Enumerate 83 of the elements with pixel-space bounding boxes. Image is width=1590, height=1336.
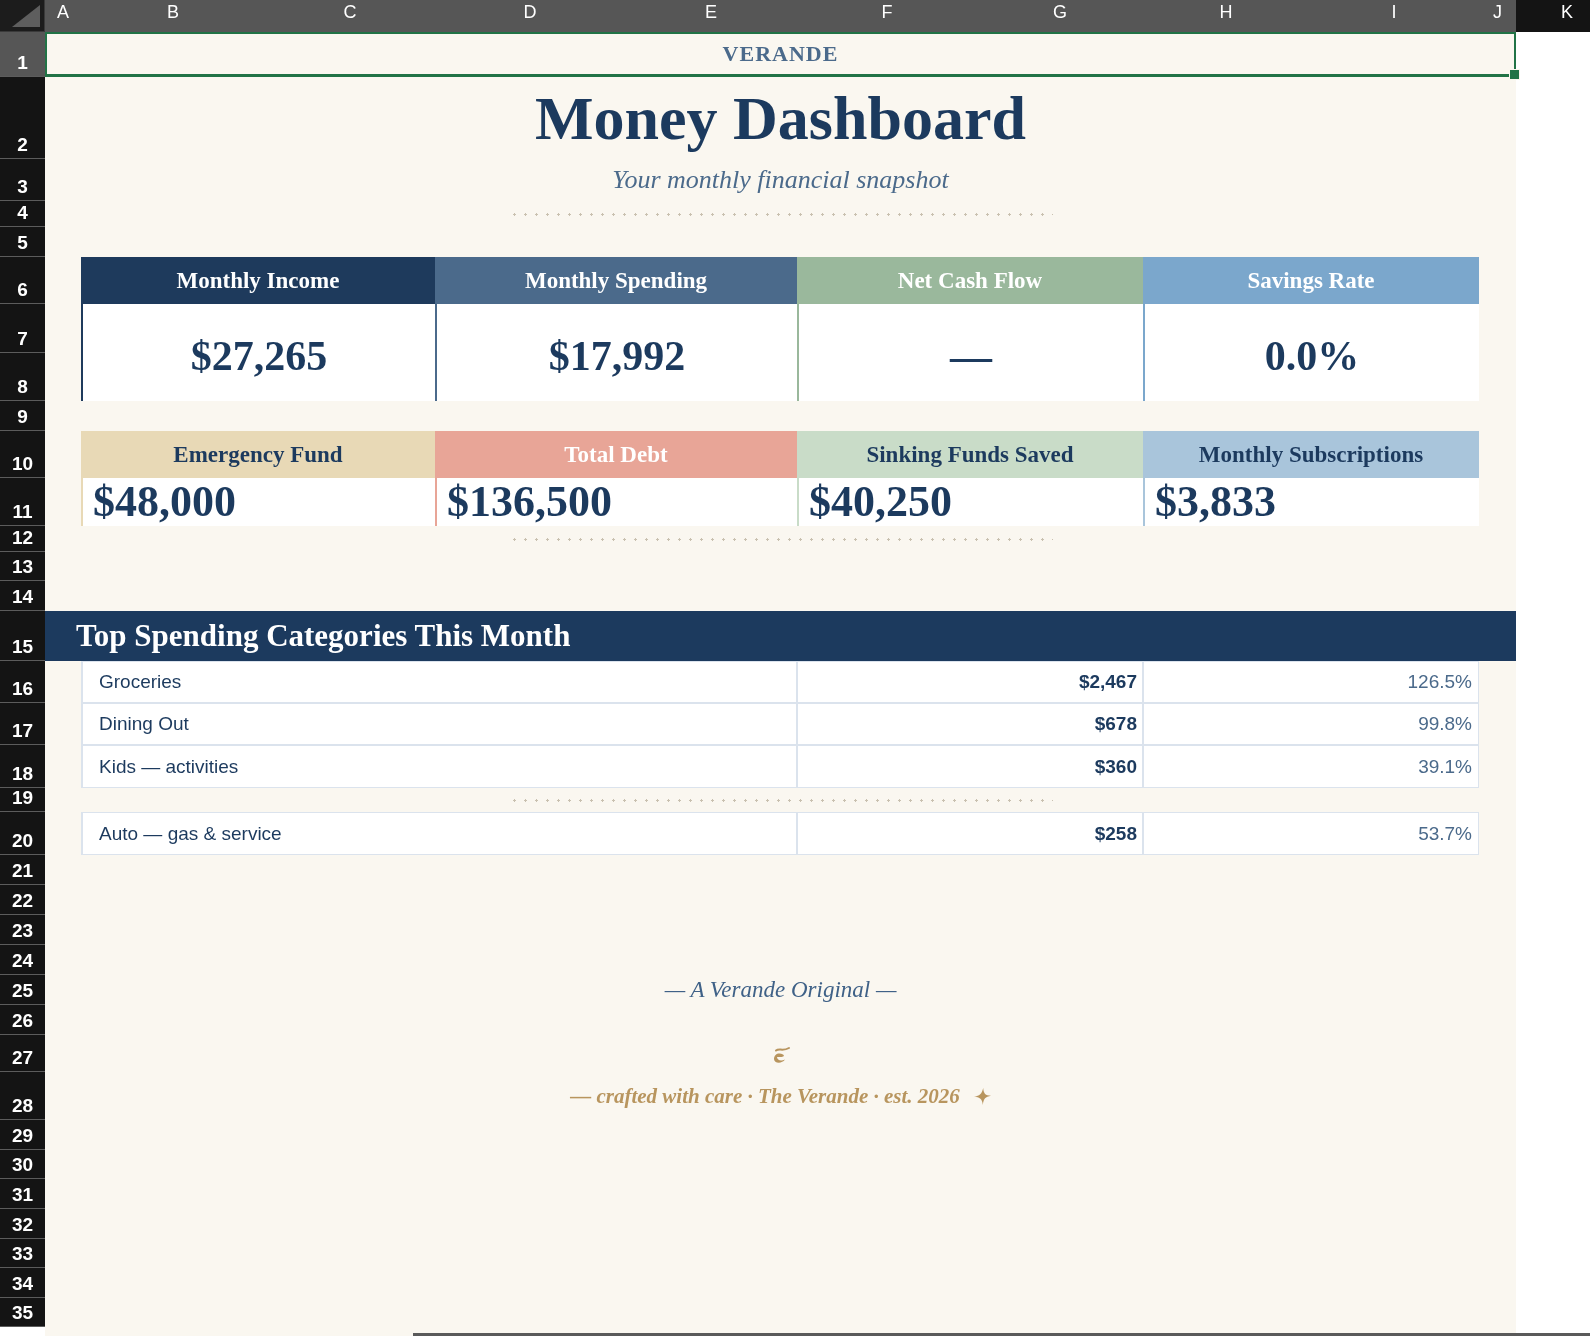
kpi-value: $27,265 (81, 304, 435, 401)
column-header[interactable]: B (81, 0, 265, 32)
row-header[interactable]: 27 (0, 1035, 45, 1072)
kpi-value: $136,500 (435, 478, 797, 526)
row-header[interactable]: 2 (0, 77, 45, 159)
row-header[interactable]: 7 (0, 304, 45, 353)
kpi-value: $40,250 (797, 478, 1143, 526)
row-header[interactable]: 26 (0, 1005, 45, 1035)
column-header[interactable]: D (435, 0, 625, 32)
column-header[interactable]: J (1479, 0, 1516, 32)
row-header[interactable]: 34 (0, 1268, 45, 1298)
fill-handle[interactable] (1509, 69, 1520, 80)
row-header[interactable]: 6 (0, 257, 45, 304)
row-header[interactable]: 35 (0, 1298, 45, 1327)
row-header[interactable]: 32 (0, 1209, 45, 1239)
row-header[interactable]: 21 (0, 855, 45, 885)
column-header[interactable]: C (265, 0, 435, 32)
row-header[interactable]: 3 (0, 159, 45, 201)
percent-cell: 39.1% (1143, 745, 1479, 788)
row-header[interactable]: 5 (0, 227, 45, 257)
triangle-icon (12, 5, 40, 27)
category-cell: Auto — gas & service (81, 812, 797, 855)
kpi-value: $3,833 (1143, 478, 1479, 526)
column-header[interactable]: E (625, 0, 797, 32)
column-header[interactable]: F (797, 0, 977, 32)
section-header: Top Spending Categories This Month (45, 611, 1516, 661)
percent-cell: 99.8% (1143, 703, 1479, 745)
kpi-value: — (797, 304, 1143, 401)
amount-cell: $258 (797, 812, 1143, 855)
row-header[interactable]: 10 (0, 431, 45, 478)
column-header[interactable]: H (1143, 0, 1309, 32)
kpi-header: Net Cash Flow (797, 257, 1143, 304)
brand-name: VERANDE (722, 41, 839, 67)
amount-cell: $360 (797, 745, 1143, 788)
row-header[interactable]: 4 (0, 201, 45, 227)
column-header[interactable]: A (45, 0, 81, 32)
row-header[interactable]: 20 (0, 812, 45, 855)
row-header[interactable]: 31 (0, 1179, 45, 1209)
column-header[interactable]: G (977, 0, 1143, 32)
amount-cell: $678 (797, 703, 1143, 745)
kpi-header: Monthly Subscriptions (1143, 431, 1479, 478)
column-header[interactable]: K (1516, 0, 1590, 32)
percent-cell: 126.5% (1143, 661, 1479, 703)
row-header[interactable]: 18 (0, 745, 45, 788)
kpi-header: Savings Rate (1143, 257, 1479, 304)
row-header[interactable]: 1 (0, 32, 45, 77)
category-cell: Groceries (81, 661, 797, 703)
category-cell: Dining Out (81, 703, 797, 745)
row-header[interactable]: 11 (0, 478, 45, 526)
amount-cell: $2,467 (797, 661, 1143, 703)
row-header[interactable]: 19 (0, 788, 45, 812)
row-header[interactable]: 14 (0, 581, 45, 611)
row-header[interactable]: 16 (0, 661, 45, 703)
row-header[interactable]: 17 (0, 703, 45, 745)
credit-text: — crafted with care · The Verande · est. 2026 (570, 1083, 960, 1109)
row-header[interactable]: 12 (0, 526, 45, 552)
row-header[interactable]: 24 (0, 945, 45, 975)
row-header[interactable]: 28 (0, 1072, 45, 1120)
category-cell: Kids — activities (81, 745, 797, 788)
dashboard-subtitle: Your monthly financial snapshot (612, 165, 949, 195)
row-header[interactable]: 33 (0, 1239, 45, 1268)
kpi-header: Sinking Funds Saved (797, 431, 1143, 478)
row-header[interactable]: 8 (0, 353, 45, 401)
kpi-value: $48,000 (81, 478, 435, 526)
row-header[interactable]: 23 (0, 915, 45, 945)
row-header[interactable]: 15 (0, 611, 45, 661)
select-all-button[interactable] (0, 0, 45, 32)
kpi-value: $17,992 (435, 304, 797, 401)
kpi-header: Total Debt (435, 431, 797, 478)
kpi-value: 0.0% (1143, 304, 1479, 401)
column-header[interactable]: I (1309, 0, 1479, 32)
row-header[interactable]: 9 (0, 401, 45, 431)
row-header[interactable]: 30 (0, 1150, 45, 1179)
row-header[interactable]: 29 (0, 1120, 45, 1150)
sparkle-icon (973, 1087, 991, 1105)
kpi-header: Monthly Income (81, 257, 435, 304)
row-header[interactable]: 13 (0, 552, 45, 581)
row-header[interactable]: 25 (0, 975, 45, 1005)
kpi-header: Emergency Fund (81, 431, 435, 478)
signature-text: — A Verande Original — (664, 977, 897, 1003)
percent-cell: 53.7% (1143, 812, 1479, 855)
row-header[interactable]: 22 (0, 885, 45, 915)
kpi-header: Monthly Spending (435, 257, 797, 304)
